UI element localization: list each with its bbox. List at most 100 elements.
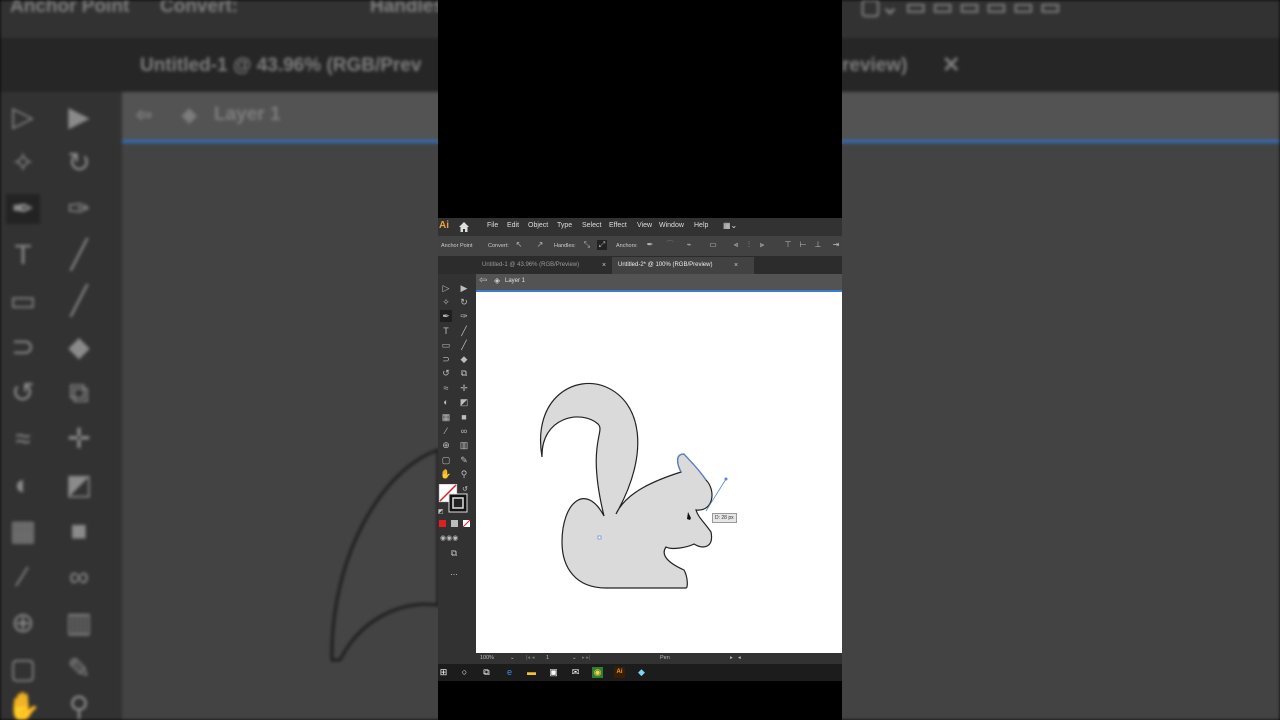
slice-icon[interactable]: ✎ bbox=[458, 454, 470, 466]
edge-icon[interactable]: e bbox=[504, 667, 515, 678]
shape-builder-icon[interactable]: ◐ bbox=[440, 396, 452, 408]
home-icon[interactable] bbox=[458, 221, 470, 233]
handles-hide-icon[interactable]: ⤢ bbox=[597, 240, 607, 250]
tools-panel: ▷ ▶ ✧ ↻ ✒ ✑ T ╱ ▭ ╱ ⊃ ◆ ↺ ⧉ ≈ ✛ ◐ ◩ ▦ ■ … bbox=[438, 274, 476, 664]
connect-anchor-icon[interactable]: ⌒ bbox=[665, 240, 675, 250]
selection-icon[interactable]: ▷ bbox=[440, 282, 452, 294]
mesh-icon[interactable]: ▦ bbox=[440, 411, 452, 423]
remove-anchor-icon[interactable]: ✒ bbox=[645, 240, 655, 250]
paintbrush-icon[interactable]: ╱ bbox=[458, 339, 470, 351]
artboard-icon[interactable]: ▢ bbox=[440, 454, 452, 466]
task-view-icon[interactable]: ⧉ bbox=[481, 667, 492, 678]
rectangle-icon[interactable]: ▭ bbox=[440, 339, 452, 351]
file-explorer-icon[interactable]: ▬ bbox=[526, 667, 537, 678]
tab-untitled-2[interactable]: Untitled-2* @ 100% (RGB/Preview) × bbox=[612, 257, 754, 274]
curvature-icon[interactable]: ✑ bbox=[458, 310, 470, 322]
handles-show-icon[interactable]: ⤡ bbox=[582, 240, 592, 250]
document-tabs: Untitled-1 @ 43.96% (RGB/Preview) × Unti… bbox=[438, 257, 842, 274]
line-icon[interactable]: ╱ bbox=[458, 325, 470, 337]
color-mode-buttons[interactable] bbox=[438, 519, 476, 529]
align-center-icon[interactable]: ⫶ bbox=[744, 240, 754, 250]
puppet-warp-icon[interactable]: ✛ bbox=[458, 382, 470, 394]
zoom-dropdown-icon[interactable]: ⌄ bbox=[510, 655, 515, 661]
svg-text:↺: ↺ bbox=[462, 485, 468, 493]
align-top-icon[interactable]: ⊤ bbox=[783, 240, 793, 250]
status-arrow-icon[interactable]: ▸ bbox=[730, 655, 733, 661]
current-tool-label: Pen bbox=[660, 655, 670, 661]
width-icon[interactable]: ≈ bbox=[440, 382, 452, 394]
convert-smooth-icon[interactable]: ↗ bbox=[535, 240, 545, 250]
chrome-icon[interactable]: ◉ bbox=[592, 667, 603, 678]
type-icon[interactable]: T bbox=[440, 325, 452, 337]
back-arrow-icon[interactable]: ⇦ bbox=[479, 275, 487, 286]
pen-icon[interactable]: ✒ bbox=[440, 310, 452, 322]
layers-icon: ◈ bbox=[494, 276, 501, 285]
align-middle-icon[interactable]: ⊢ bbox=[798, 240, 808, 250]
menu-edit[interactable]: Edit bbox=[507, 222, 519, 229]
close-icon[interactable]: × bbox=[602, 257, 606, 274]
align-left-icon[interactable]: ⫷ bbox=[731, 240, 741, 250]
lasso-icon[interactable]: ↻ bbox=[458, 296, 470, 308]
draw-mode-icon[interactable]: ◉◉◉ bbox=[440, 533, 458, 545]
blend-icon[interactable]: ∞ bbox=[458, 425, 470, 437]
menu-object[interactable]: Object bbox=[528, 222, 548, 229]
menu-view[interactable]: View bbox=[637, 222, 652, 229]
cut-path-icon[interactable]: ⌁ bbox=[684, 240, 694, 250]
control-bar: Anchor Point Convert: ↖ ↗ Handles: ⤡ ⤢ A… bbox=[438, 236, 842, 257]
status-back-icon[interactable]: ◂ bbox=[738, 655, 741, 661]
more-options-icon[interactable]: ⇥ bbox=[831, 240, 841, 250]
store-icon[interactable]: ▣ bbox=[548, 667, 559, 678]
zoom-level[interactable]: 100% bbox=[480, 655, 494, 661]
menu-help[interactable]: Help bbox=[694, 222, 708, 229]
windows-start-icon[interactable]: ⊞ bbox=[438, 667, 449, 678]
mail-icon[interactable]: ✉ bbox=[570, 667, 581, 678]
gradient-icon[interactable]: ■ bbox=[458, 411, 470, 423]
column-graph-icon[interactable]: ▥ bbox=[458, 439, 470, 451]
handle-point bbox=[724, 477, 728, 481]
eyedropper-icon[interactable]: ⁄ bbox=[440, 425, 452, 437]
menu-select[interactable]: Select bbox=[582, 222, 601, 229]
artboard-number[interactable]: 1 bbox=[546, 655, 549, 661]
illustrator-taskbar-icon[interactable]: Ai bbox=[614, 667, 625, 678]
artboard-prev-icon[interactable]: |◂ ◂ bbox=[526, 655, 534, 661]
align-bottom-icon[interactable]: ⊥ bbox=[813, 240, 823, 250]
tab-label: Untitled-1 @ 43.96% (RGB/Preview) bbox=[482, 262, 580, 268]
perspective-icon[interactable]: ◩ bbox=[458, 396, 470, 408]
squirrel-artwork[interactable] bbox=[476, 292, 842, 655]
app-taskbar-icon[interactable]: ◆ bbox=[636, 667, 647, 678]
screen-mode-icon[interactable]: ⧉ bbox=[448, 547, 460, 559]
more-tools-button[interactable]: ... bbox=[448, 566, 460, 578]
magic-wand-icon[interactable]: ✧ bbox=[440, 296, 452, 308]
menu-bar: Ai File Edit Object Type Select Effect V… bbox=[438, 218, 842, 236]
shaper-icon[interactable]: ⊃ bbox=[440, 353, 452, 365]
ai-logo: Ai bbox=[439, 220, 449, 231]
align-right-icon[interactable]: ⫸ bbox=[757, 240, 767, 250]
workspace-switcher-icon[interactable]: ▦⌄ bbox=[723, 221, 737, 230]
distance-tooltip: D: 28 px bbox=[712, 513, 737, 523]
artboard-next-icon[interactable]: ▸ ▸| bbox=[582, 655, 590, 661]
fill-stroke-swatches[interactable]: ↺ ◩ bbox=[438, 484, 476, 516]
menu-file[interactable]: File bbox=[487, 222, 498, 229]
handles-label: Handles: bbox=[554, 243, 576, 249]
tab-untitled-1[interactable]: Untitled-1 @ 43.96% (RGB/Preview) × bbox=[476, 257, 618, 274]
hand-icon[interactable]: ✋ bbox=[440, 468, 452, 480]
rotate-icon[interactable]: ↺ bbox=[440, 367, 452, 379]
scale-icon[interactable]: ⧉ bbox=[458, 367, 470, 379]
anchors-label: Anchors: bbox=[616, 243, 638, 249]
convert-corner-icon[interactable]: ↖ bbox=[514, 240, 524, 250]
layer-breadcrumb: ⇦ ◈ Layer 1 bbox=[476, 274, 842, 290]
artboard-canvas[interactable]: D: 28 px bbox=[476, 290, 842, 655]
menu-window[interactable]: Window bbox=[659, 222, 684, 229]
artboard-dropdown-icon[interactable]: ⌄ bbox=[572, 655, 577, 661]
menu-type[interactable]: Type bbox=[557, 222, 572, 229]
direct-selection-icon[interactable]: ▶ bbox=[458, 282, 470, 294]
symbol-sprayer-icon[interactable]: ⊕ bbox=[440, 439, 452, 451]
zoom-icon[interactable]: ⚲ bbox=[458, 468, 470, 480]
windows-taskbar: ⊞ ○ ⧉ e ▬ ▣ ✉ ◉ Ai ◆ bbox=[438, 664, 842, 681]
cortana-icon[interactable]: ○ bbox=[459, 667, 470, 678]
transform-icon[interactable]: ▭ bbox=[708, 240, 718, 250]
close-icon[interactable]: × bbox=[734, 257, 738, 274]
eraser-icon[interactable]: ◆ bbox=[458, 353, 470, 365]
illustrator-window: Ai File Edit Object Type Select Effect V… bbox=[438, 218, 842, 681]
menu-effect[interactable]: Effect bbox=[609, 222, 627, 229]
